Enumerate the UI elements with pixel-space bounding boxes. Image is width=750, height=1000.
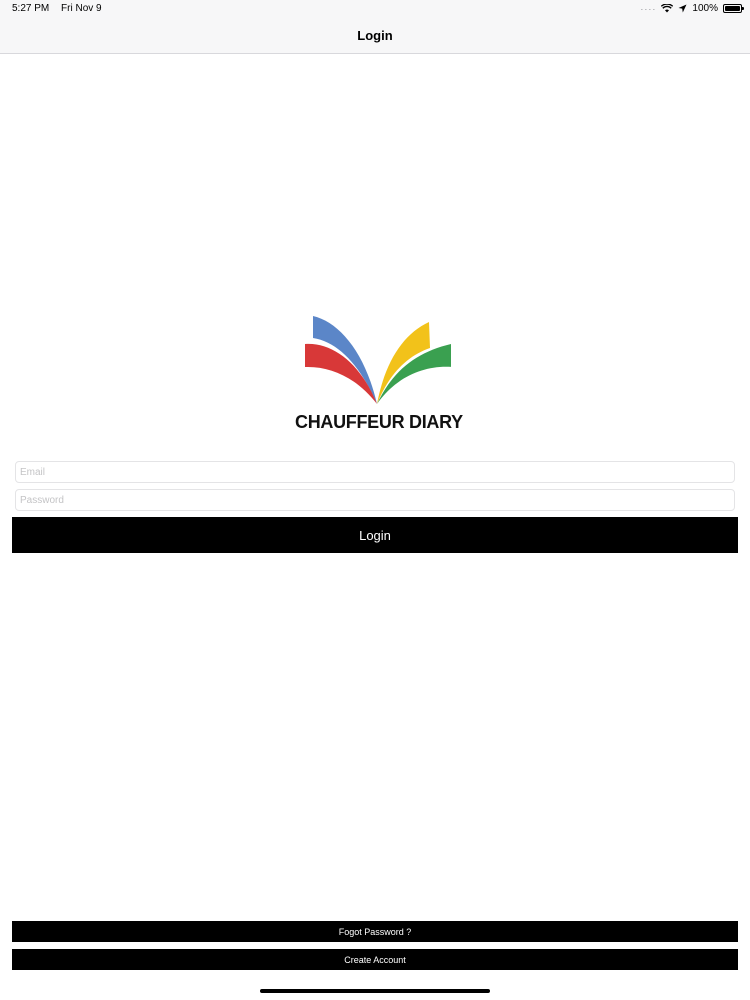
battery-percent: 100% <box>692 3 718 14</box>
status-date: Fri Nov 9 <box>61 3 102 14</box>
password-field[interactable] <box>15 489 735 511</box>
book-pages-icon <box>305 316 451 404</box>
create-account-button[interactable]: Create Account <box>12 949 738 970</box>
status-left: 5:27 PM Fri Nov 9 <box>12 3 102 14</box>
battery-icon <box>723 4 744 13</box>
wifi-icon <box>661 4 674 13</box>
status-time: 5:27 PM <box>12 3 50 14</box>
nav-bar: Login <box>0 18 750 54</box>
location-arrow-icon <box>678 4 687 13</box>
battery-level <box>725 6 740 11</box>
forgot-password-button[interactable]: Fogot Password ? <box>12 921 738 942</box>
app-logo: CHAUFFEUR DIARY <box>295 312 463 437</box>
page-title: Login <box>357 28 393 43</box>
status-bar: 5:27 PM Fri Nov 9 ···· 100% <box>0 0 750 18</box>
status-right: ···· 100% <box>640 3 718 14</box>
email-field[interactable] <box>15 461 735 483</box>
home-indicator[interactable] <box>260 989 490 993</box>
cellular-signal-icon: ···· <box>640 3 657 14</box>
login-button[interactable]: Login <box>12 517 738 553</box>
brand-name: CHAUFFEUR DIARY <box>295 412 463 432</box>
